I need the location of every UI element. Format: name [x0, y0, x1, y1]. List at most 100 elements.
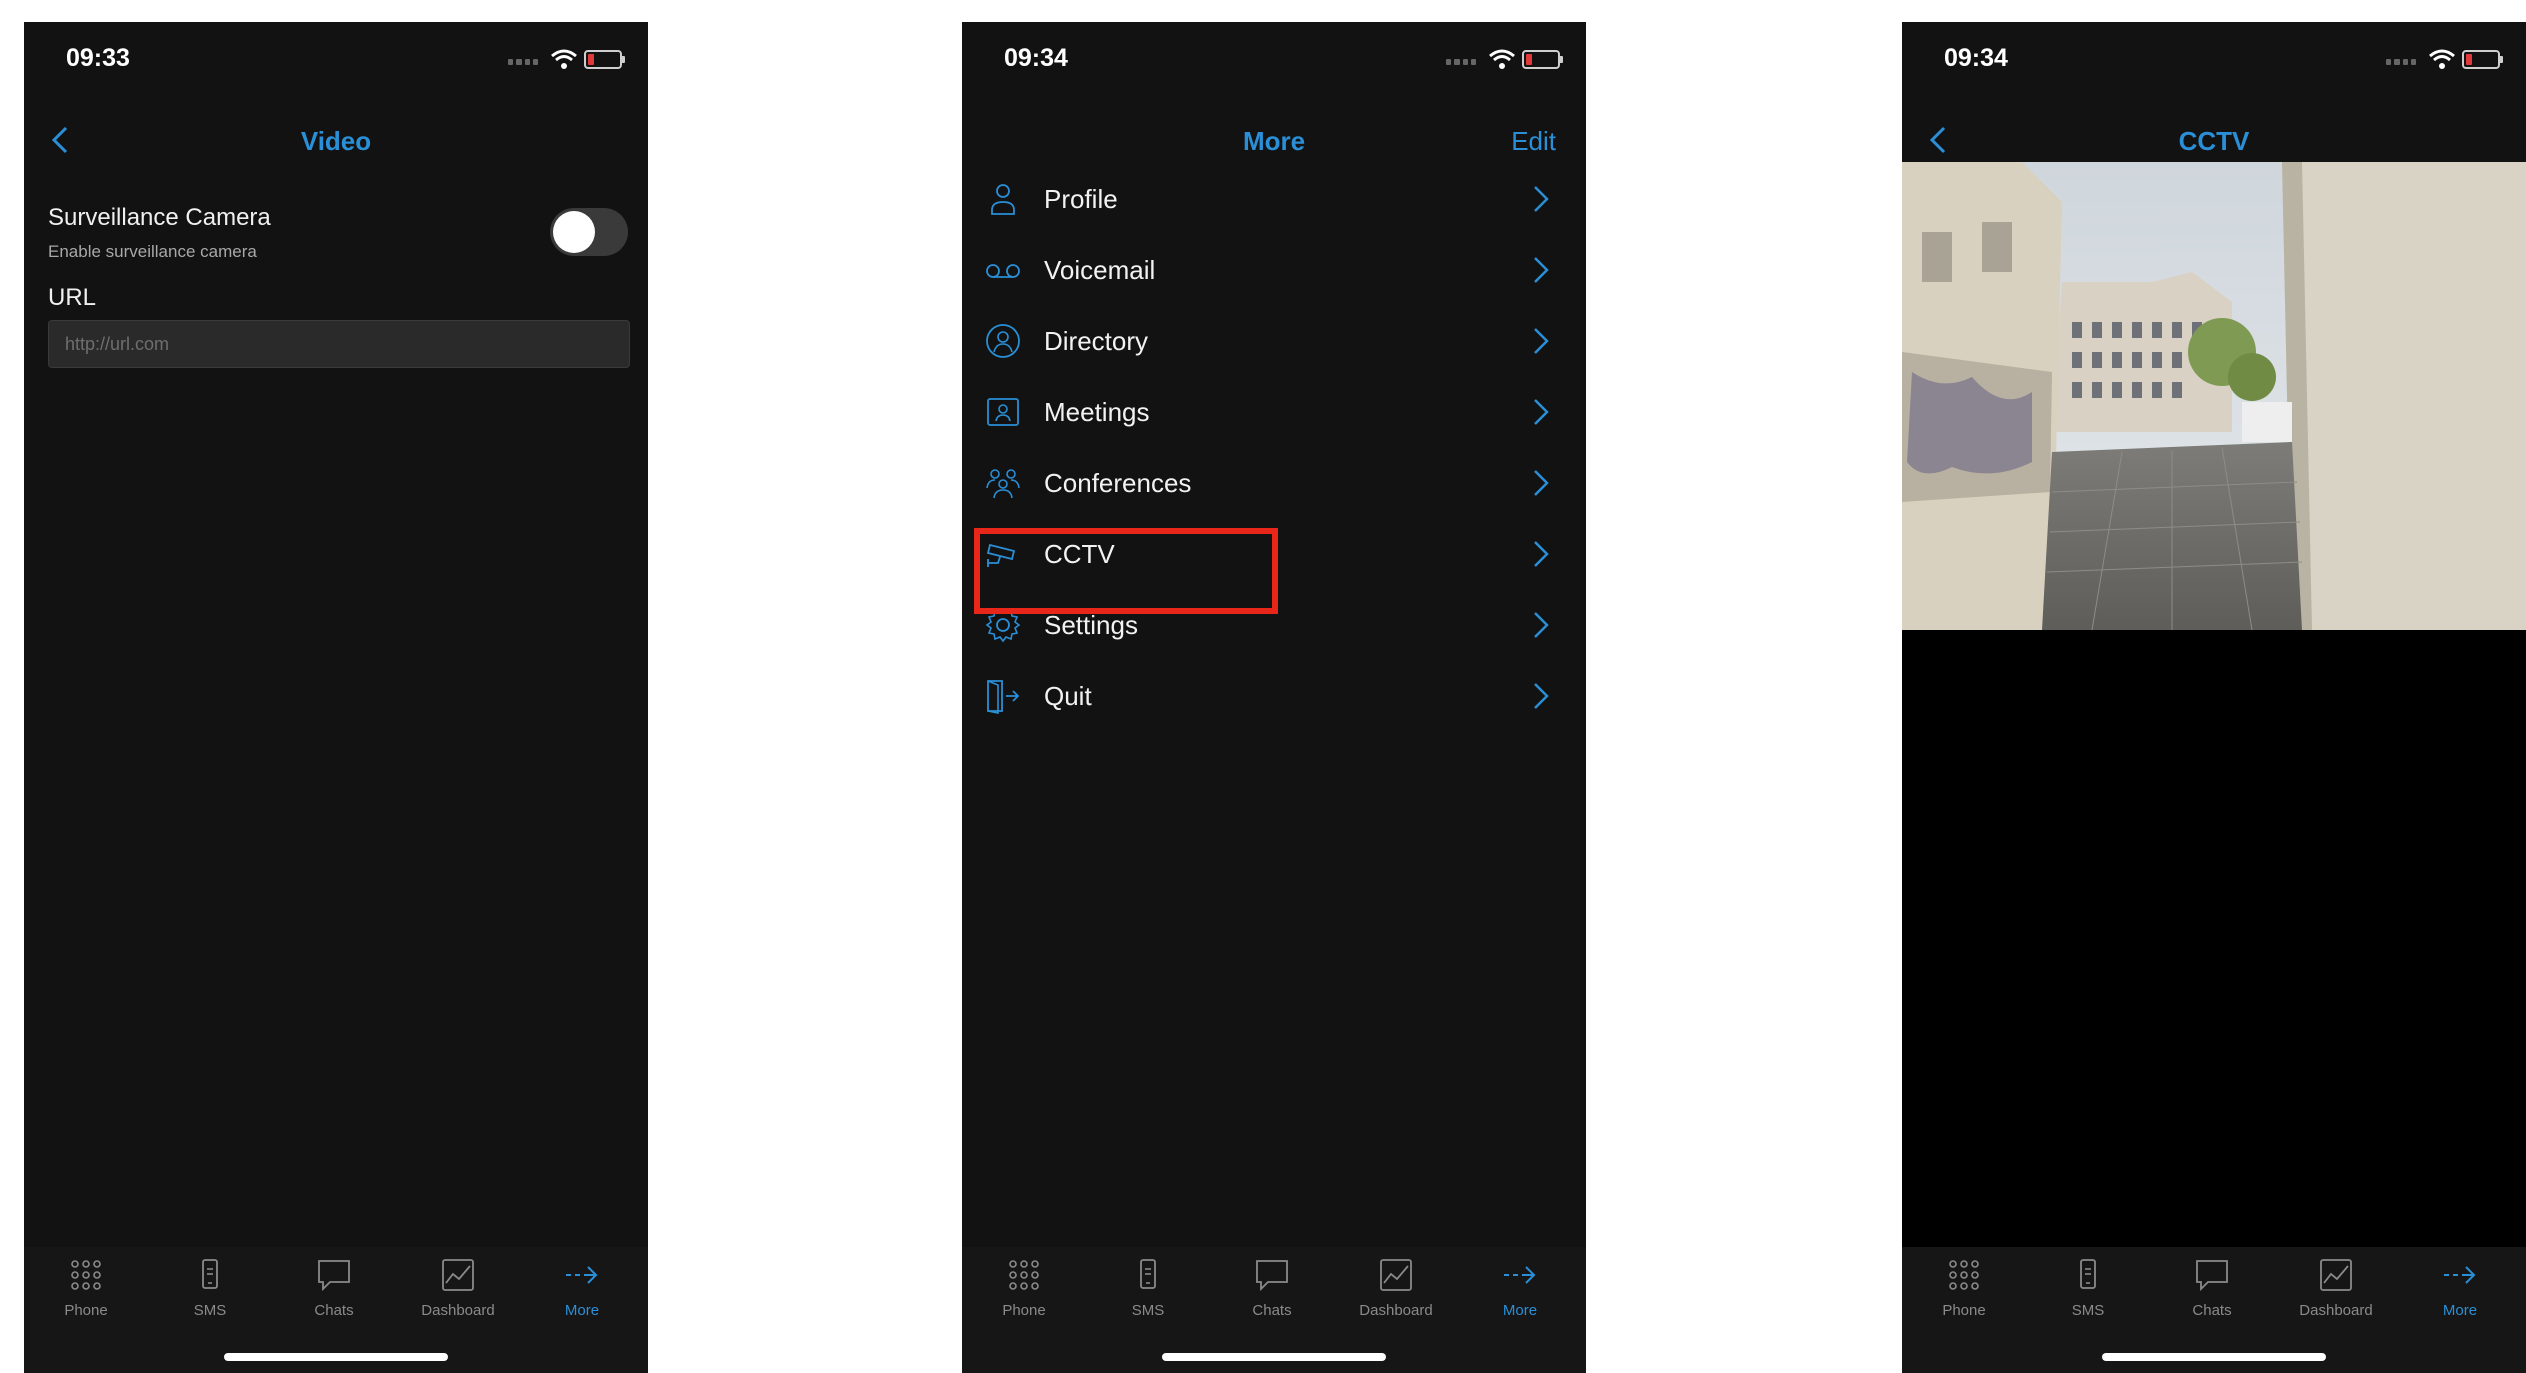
- sms-icon: [202, 1259, 218, 1289]
- tab-chats[interactable]: Chats: [284, 1247, 384, 1327]
- url-input[interactable]: [48, 320, 630, 368]
- battery-icon: [584, 50, 625, 69]
- cctv-highlight-box: [974, 528, 1278, 614]
- status-bar: 09:33: [24, 22, 648, 102]
- wifi-icon: [2429, 49, 2455, 69]
- page-title: Video: [300, 126, 372, 156]
- person-icon: [991, 184, 1015, 215]
- menu-item-conferences[interactable]: Conferences: [962, 446, 1586, 517]
- page-title: CCTV: [2178, 126, 2250, 156]
- dashboard-icon: [442, 1259, 474, 1291]
- status-bar: 09:34: [1902, 22, 2526, 102]
- chat-bubble-icon: [1256, 1260, 1288, 1292]
- chevron-right-icon: [1534, 612, 1549, 638]
- home-indicator: [2102, 1353, 2326, 1361]
- keypad-icon: [71, 1260, 101, 1290]
- tab-label: Phone: [1002, 1302, 1046, 1319]
- menu-item-directory[interactable]: Directory: [962, 304, 1586, 375]
- tab-chats[interactable]: Chats: [2162, 1247, 2262, 1327]
- more-arrow-icon: [566, 1266, 598, 1284]
- setting-title: Surveillance Camera: [48, 204, 271, 231]
- toggle-knob: [553, 211, 595, 253]
- sms-icon: [1140, 1259, 1156, 1289]
- home-indicator: [1162, 1353, 1386, 1361]
- tab-label: Chats: [2192, 1302, 2232, 1319]
- tab-phone[interactable]: Phone: [974, 1247, 1074, 1327]
- tab-sms[interactable]: SMS: [160, 1247, 260, 1327]
- cctv-empty-area: [1902, 630, 2526, 1256]
- signal-icon: [2386, 59, 2416, 65]
- chevron-right-icon: [1534, 541, 1549, 567]
- cctv-screen: 09:34 CCTV Phone SMS Chats Dashboard Mor…: [1902, 22, 2526, 1373]
- directory-icon: [986, 324, 1020, 358]
- page-title: More: [1242, 126, 1306, 156]
- wifi-icon: [551, 49, 577, 69]
- menu-item-label: Settings: [1044, 610, 1138, 640]
- tab-label: Chats: [1252, 1302, 1292, 1319]
- tab-sms[interactable]: SMS: [2038, 1247, 2138, 1327]
- more-menu: Profile Voicemail Directory Meetings Con…: [962, 162, 1586, 730]
- menu-item-label: Meetings: [1044, 397, 1150, 427]
- conferences-icon: [986, 469, 1020, 499]
- tab-more[interactable]: More: [1470, 1247, 1570, 1327]
- tab-chats[interactable]: Chats: [1222, 1247, 1322, 1327]
- menu-item-quit[interactable]: Quit: [962, 659, 1586, 730]
- menu-item-label: Profile: [1044, 184, 1118, 214]
- dashboard-icon: [2320, 1259, 2352, 1291]
- tab-bar: Phone SMS Chats Dashboard More: [24, 1247, 648, 1373]
- status-time: 09:33: [66, 44, 130, 72]
- tab-label: Chats: [314, 1302, 354, 1319]
- tab-sms[interactable]: SMS: [1098, 1247, 1198, 1327]
- chevron-right-icon: [1534, 470, 1549, 496]
- menu-item-meetings[interactable]: Meetings: [962, 375, 1586, 446]
- setting-subtitle: Enable surveillance camera: [48, 242, 257, 261]
- tab-label: SMS: [2071, 1302, 2105, 1319]
- tab-dashboard[interactable]: Dashboard: [1346, 1247, 1446, 1327]
- chevron-right-icon: [1534, 257, 1549, 283]
- status-time: 09:34: [1004, 44, 1068, 72]
- tab-bar: Phone SMS Chats Dashboard More: [962, 1247, 1586, 1373]
- dashboard-icon: [1380, 1259, 1412, 1291]
- cctv-video-feed: [1902, 162, 2526, 630]
- signal-icon: [508, 59, 538, 65]
- nav-bar: Video: [24, 110, 648, 170]
- street-camera-image: [1902, 162, 2526, 630]
- chevron-right-icon: [1534, 328, 1549, 354]
- more-arrow-icon: [1504, 1266, 1536, 1284]
- meetings-icon: [987, 398, 1019, 426]
- tab-phone[interactable]: Phone: [1914, 1247, 2014, 1327]
- tab-label: SMS: [193, 1302, 227, 1319]
- surveillance-camera-setting: Surveillance Camera Enable surveillance …: [48, 182, 628, 262]
- tab-label: More: [2442, 1302, 2478, 1319]
- tab-label: More: [564, 1302, 600, 1319]
- menu-item-voicemail[interactable]: Voicemail: [962, 233, 1586, 304]
- sms-icon: [2080, 1259, 2096, 1289]
- surveillance-toggle[interactable]: [550, 208, 628, 256]
- tab-dashboard[interactable]: Dashboard: [2286, 1247, 2386, 1327]
- home-indicator: [224, 1353, 448, 1361]
- tab-label: Dashboard: [2299, 1302, 2373, 1319]
- chevron-right-icon: [1534, 683, 1549, 709]
- more-arrow-icon: [2444, 1266, 2476, 1284]
- chat-bubble-icon: [318, 1260, 350, 1292]
- tab-label: Dashboard: [421, 1302, 495, 1319]
- menu-item-profile[interactable]: Profile: [962, 162, 1586, 233]
- menu-item-label: Voicemail: [1044, 255, 1156, 285]
- tab-phone[interactable]: Phone: [36, 1247, 136, 1327]
- tab-label: Phone: [1942, 1302, 1986, 1319]
- edit-button[interactable]: Edit: [1511, 126, 1556, 157]
- tab-label: SMS: [1131, 1302, 1165, 1319]
- tab-more[interactable]: More: [532, 1247, 632, 1327]
- quit-icon: [987, 680, 1020, 714]
- chevron-right-icon: [1534, 399, 1549, 425]
- wifi-icon: [1489, 49, 1515, 69]
- menu-item-label: Quit: [1044, 681, 1092, 711]
- nav-bar: More Edit: [962, 110, 1586, 170]
- keypad-icon: [1949, 1260, 1979, 1290]
- more-screen: 09:34 More Edit Profile Voicemail Direct…: [962, 22, 1586, 1373]
- tab-label: Phone: [64, 1302, 108, 1319]
- keypad-icon: [1009, 1260, 1039, 1290]
- tab-dashboard[interactable]: Dashboard: [408, 1247, 508, 1327]
- menu-item-label: Directory: [1044, 326, 1149, 356]
- tab-more[interactable]: More: [2410, 1247, 2510, 1327]
